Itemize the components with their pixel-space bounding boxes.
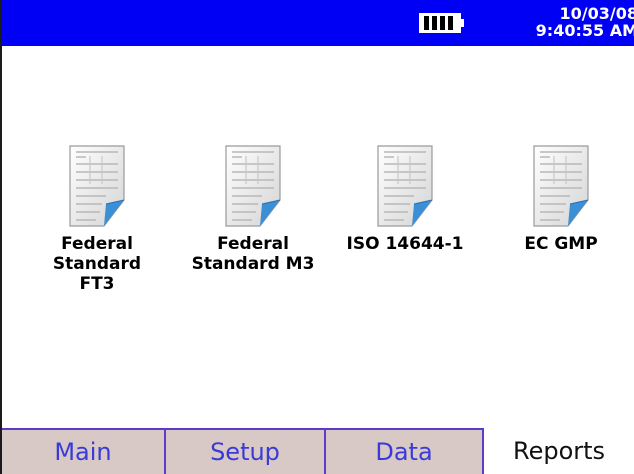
device-screen: 10/03/08 9:40:55 AM Federal Standard FT3 [0, 0, 634, 474]
status-date: 10/03/08 [559, 4, 634, 23]
tab-reports[interactable]: Reports [482, 428, 634, 474]
reports-panel: Federal Standard FT3 Federal Standard M3 [2, 46, 634, 428]
report-label: Federal Standard M3 [191, 234, 315, 274]
status-time: 9:40:55 AM [535, 21, 634, 40]
report-document-icon [69, 145, 125, 227]
report-item-iso-14644-1[interactable]: ISO 14644-1 [328, 144, 482, 254]
report-label: EC GMP [524, 234, 598, 254]
tab-setup[interactable]: Setup [166, 428, 326, 474]
report-item-federal-standard-m3[interactable]: Federal Standard M3 [176, 144, 330, 274]
tab-data[interactable]: Data [326, 428, 484, 474]
report-label: ISO 14644-1 [346, 234, 464, 254]
date-time-display: 10/03/08 9:40:55 AM [536, 5, 634, 39]
tab-bar: Main Setup Data Reports [2, 428, 634, 474]
report-document-icon [225, 145, 281, 227]
status-bar: 10/03/08 9:40:55 AM [2, 0, 634, 46]
report-document-icon [377, 145, 433, 227]
report-label: Federal Standard FT3 [52, 234, 142, 294]
battery-full-icon [419, 13, 464, 33]
report-item-ec-gmp[interactable]: EC GMP [484, 144, 634, 254]
report-item-federal-standard-ft3[interactable]: Federal Standard FT3 [20, 144, 174, 294]
tab-main[interactable]: Main [2, 428, 166, 474]
report-document-icon [533, 145, 589, 227]
